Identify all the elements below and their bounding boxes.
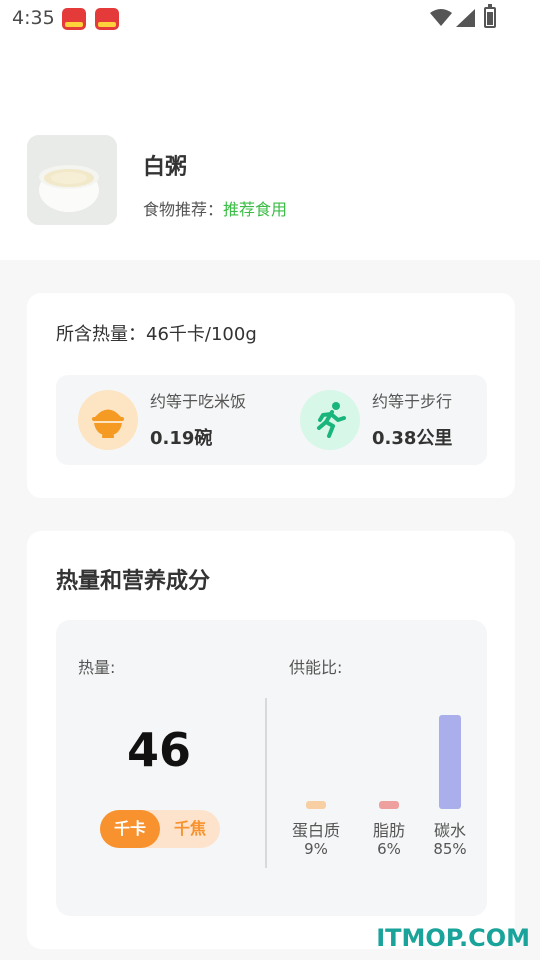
food-name: 白粥 (143, 155, 188, 180)
food-image (27, 135, 117, 225)
nutrition-box: 热量: 46 千卡 千焦 供能比: 蛋白质 9% 脂肪 6% 碳水 85% (56, 620, 487, 916)
energy-ratio-chart: 蛋白质 9% 脂肪 6% 碳水 85% (281, 690, 481, 890)
status-time: 4:35 (12, 7, 55, 29)
ratio-value-label: 9% (304, 840, 328, 858)
walk-label: 约等于步行 (372, 392, 453, 411)
unit-toggle[interactable]: 千卡 千焦 (100, 810, 220, 848)
ratio-bar (439, 715, 461, 809)
ratio-category-label: 蛋白质 (291, 821, 340, 840)
ratio-category-label: 脂肪 (372, 821, 405, 840)
calorie-per-100g: 所含热量：46千卡/100g (56, 324, 257, 345)
app-notification-icon (62, 8, 86, 30)
recommendation-value: 推荐食用 (223, 200, 288, 219)
cell-signal-icon (456, 9, 475, 27)
ratio-category-label: 碳水 (433, 821, 466, 840)
ratio-value-label: 85% (433, 840, 467, 858)
rice-label: 约等于吃米饭 (150, 392, 247, 411)
unit-kj-button[interactable]: 千焦 (160, 810, 220, 848)
calorie-equivalents: 约等于吃米饭 0.19碗 约等于步行 0.38公里 (56, 375, 487, 465)
ratio-bar (379, 801, 399, 809)
rice-bowl-icon (78, 390, 138, 450)
wifi-icon (430, 9, 452, 26)
nutrition-card: 热量和营养成分 热量: 46 千卡 千焦 供能比: 蛋白质 9% 脂肪 6% 碳水 85% (27, 531, 515, 949)
ratio-bar (306, 801, 326, 809)
divider (265, 698, 267, 868)
rice-value: 0.19碗 (150, 428, 213, 449)
food-recommendation: 食物推荐：推荐食用 (143, 196, 287, 220)
recommendation-label: 食物推荐： (143, 200, 224, 219)
rice-equivalent: 约等于吃米饭 0.19碗 (78, 388, 278, 452)
section-title: 热量和营养成分 (56, 569, 211, 594)
energy-ratio-label: 供能比: (289, 658, 343, 677)
battery-icon (484, 4, 496, 28)
food-header: 白粥 食物推荐：推荐食用 (0, 36, 540, 260)
heat-value: 46 (126, 723, 191, 777)
ratio-value-label: 6% (377, 840, 401, 858)
heat-label: 热量: (78, 658, 116, 677)
running-icon (300, 390, 360, 450)
walk-value: 0.38公里 (372, 428, 453, 449)
walk-equivalent: 约等于步行 0.38公里 (300, 388, 500, 452)
unit-kcal-button[interactable]: 千卡 (100, 810, 160, 848)
calorie-card: 所含热量：46千卡/100g 约等于吃米饭 0.19碗 约等于步行 0.38公里 (27, 293, 515, 498)
watermark: ITMOP.COM (376, 924, 530, 952)
app-notification-icon (95, 8, 119, 30)
status-bar: 4:35 (0, 0, 540, 36)
